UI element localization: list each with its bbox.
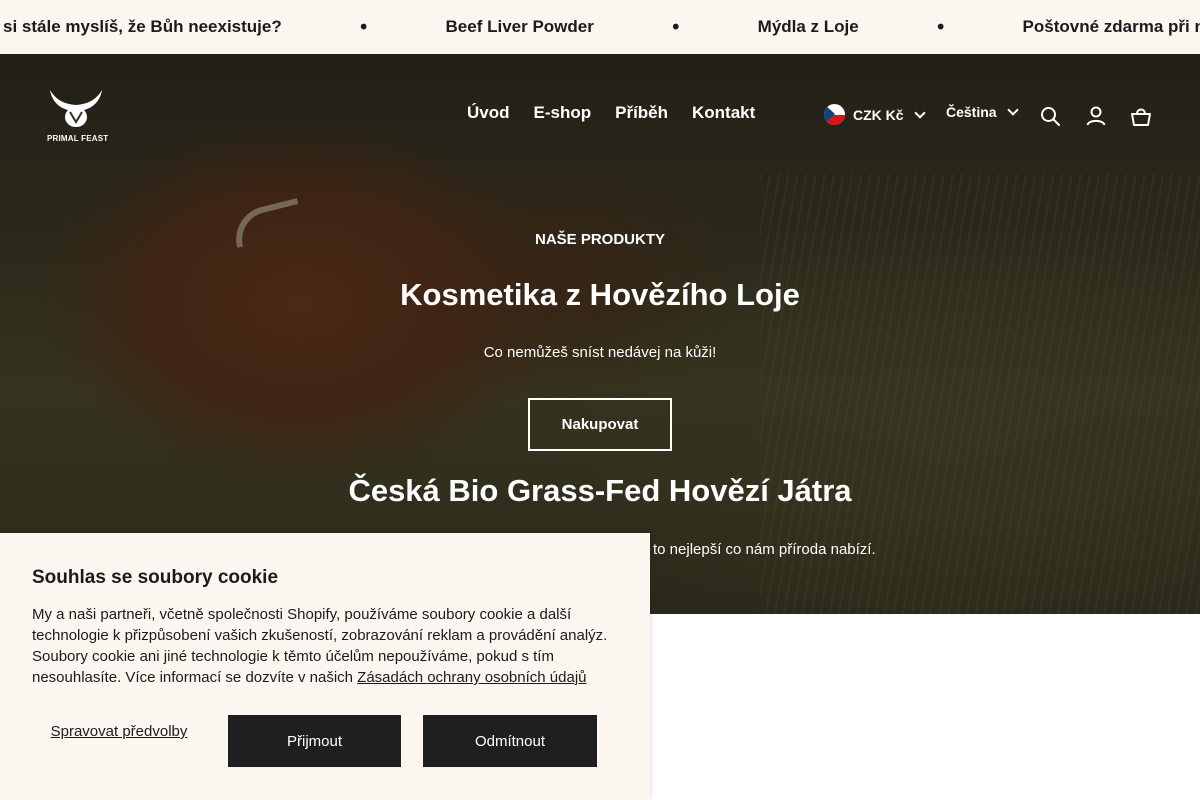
announcement-separator: •: [357, 15, 370, 39]
nav-link-eshop[interactable]: E-shop: [534, 103, 592, 123]
account-icon[interactable]: [1084, 104, 1108, 128]
announcement-separator: •: [669, 15, 682, 39]
currency-selector[interactable]: CZK Kč: [824, 104, 926, 125]
announcement-bar: si stále myslíš, že Bůh neexistuje? • Be…: [0, 0, 1200, 54]
language-label: Čeština: [946, 104, 997, 120]
currency-label: CZK Kč: [853, 106, 904, 123]
language-selector[interactable]: Čeština: [946, 104, 1019, 120]
shop-now-button[interactable]: Nakupovat: [528, 398, 672, 451]
nav-link-pribeh[interactable]: Příběh: [615, 103, 668, 123]
chevron-down-icon: [913, 106, 926, 119]
hero-kicker: NAŠE PRODUKTY: [534, 231, 665, 248]
search-icon[interactable]: [1038, 104, 1062, 128]
next-slide-title: Česká Bio Grass-Fed Hovězí Játra: [348, 473, 852, 508]
hero-title: Kosmetika z Hovězího Loje: [400, 277, 800, 312]
announcement-item: si stále myslíš, že Bůh neexistuje?: [3, 17, 282, 36]
nav-link-uvod[interactable]: Úvod: [467, 103, 510, 123]
announcement-item: Mýdla z Loje: [757, 17, 859, 36]
hero-subtitle: Co nemůžeš sníst nedávej na kůži!: [483, 344, 717, 361]
announcement-separator: •: [934, 15, 947, 39]
czech-flag-icon: [824, 104, 845, 125]
announcement-track: si stále myslíš, že Bůh neexistuje? • Be…: [3, 0, 1200, 54]
announcement-item: Beef Liver Powder: [445, 17, 594, 36]
next-slide-subtitle: to nejlepší co nám příroda nabízí.: [653, 541, 876, 558]
manage-preferences-button[interactable]: Spravovat předvolby: [50, 722, 188, 741]
logo-text: PRIMAL FEAST: [47, 134, 109, 143]
cookie-consent-banner: Souhlas se soubory cookie My a naši part…: [0, 533, 650, 800]
privacy-policy-link[interactable]: Zásadách ochrany osobních údajů: [357, 669, 586, 686]
hero-overlay: [0, 54, 1200, 614]
cookie-title: Souhlas se soubory cookie: [32, 567, 279, 588]
decline-cookies-button[interactable]: Odmítnout: [423, 715, 597, 767]
accept-cookies-button[interactable]: Přijmout: [228, 715, 401, 767]
hero-banner: [0, 54, 1200, 614]
cart-icon[interactable]: [1129, 104, 1153, 128]
nav-link-kontakt[interactable]: Kontakt: [692, 103, 755, 123]
cookie-description: My a naši partneři, včetně společnosti S…: [32, 604, 622, 688]
announcement-item: Poštovné zdarma při nákupu na: [1022, 17, 1200, 36]
chevron-down-icon: [1006, 104, 1019, 116]
main-nav: Úvod E-shop Příběh Kontakt: [467, 103, 755, 123]
